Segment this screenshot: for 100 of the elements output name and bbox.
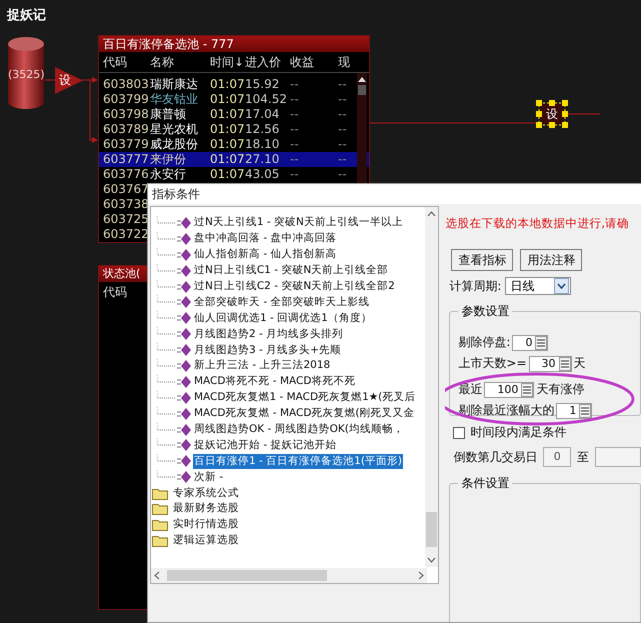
formula-icon <box>157 248 191 262</box>
column-header[interactable]: 收益 <box>290 52 338 72</box>
tree-item[interactable]: 过N日上引线C2 - 突破N天前上引线全部2 <box>193 279 396 294</box>
spin-buttons-icon <box>535 336 548 350</box>
table-cell-text: -- <box>338 122 348 137</box>
period-select[interactable]: 日线 <box>505 277 572 295</box>
input-field[interactable] <box>595 447 641 467</box>
spin-field[interactable]: 100 <box>484 382 534 398</box>
group-title: 条件设置 <box>458 475 512 492</box>
tree-item[interactable]: MACD死灰复燃 - MACD死灰复燃(刚死叉又金 <box>193 406 416 422</box>
table-cell-text: -- <box>290 167 300 182</box>
tree-item[interactable]: 逻辑运算选股 <box>172 533 240 548</box>
table-cell-text: -- <box>290 137 300 152</box>
formula-icon <box>157 327 191 342</box>
table-cell: 603798 <box>103 107 150 122</box>
table-cell: 603789 <box>103 122 150 137</box>
tree-item[interactable]: 盘中冲高回落 - 盘中冲高回落 <box>193 231 338 246</box>
count-label: (3525) <box>8 68 45 81</box>
table-cell-text: 104.52 <box>245 92 288 107</box>
table-cell: 01:07 <box>210 92 245 107</box>
table-cell-text: 康普顿 <box>150 107 187 122</box>
tree-item[interactable]: 捉妖记池开始 - 捉妖记池开始 <box>193 438 338 453</box>
checkbox[interactable] <box>453 426 466 438</box>
folder-icon <box>152 534 168 548</box>
column-header[interactable]: 现 <box>338 52 368 72</box>
tree-item[interactable]: 月线图趋势2 - 月均线多头排列 <box>193 326 344 342</box>
table-cell-text: 17.04 <box>245 107 280 122</box>
table-cell-text: -- <box>290 92 300 107</box>
table-row[interactable]: 603779 威龙股份 01:0718.10 -- -- <box>99 137 369 152</box>
tree-item[interactable]: 周线图趋势OK - 周线图趋势OK(均线顺畅， <box>193 422 405 438</box>
table-cell-text: 12.56 <box>245 122 280 137</box>
tree-item[interactable]: 次新 - <box>193 470 224 485</box>
field-label: 至 <box>577 448 589 466</box>
formula-icon <box>157 280 191 294</box>
folder-icon <box>152 502 168 516</box>
filter-node[interactable]: 设 <box>541 104 563 124</box>
spin-field[interactable]: 30 <box>528 356 572 372</box>
table-cell-text: -- <box>338 152 348 167</box>
tree-item[interactable]: 仙人回调优选1 - 回调优选1（角度） <box>193 310 373 326</box>
button[interactable]: 查看指标 <box>451 249 514 271</box>
table-cell: 603803 <box>103 77 150 92</box>
table-cell: 01:07 <box>210 137 245 152</box>
field-label: 剔除停盘: <box>458 334 510 351</box>
table-cell-text: -- <box>290 77 300 92</box>
table-row[interactable]: 603799华友钴业 01:07104.52 -- -- <box>99 92 369 107</box>
tree-item[interactable]: MACD将死不死 - MACD将死不死 <box>193 374 356 390</box>
tree-item[interactable]: 仙人指创新高 - 仙人指创新高 <box>193 247 338 262</box>
table-row[interactable]: 603789星光农机 01:0712.56 -- -- <box>99 122 369 137</box>
table-cell: 603777 <box>103 152 150 167</box>
tree-item[interactable]: 实时行情选股 <box>172 517 240 532</box>
formula-icon <box>157 311 191 326</box>
app-title: 捉妖记 <box>7 7 46 24</box>
tree-item[interactable]: 百日有涨停1 - 百日有涨停备选池1(平面形) <box>193 454 404 469</box>
table-row[interactable]: 603798 康普顿 01:0717.04 -- -- <box>99 107 369 122</box>
filter-node[interactable]: 设 <box>55 67 83 94</box>
formula-icon <box>157 374 191 389</box>
formula-icon <box>157 232 191 246</box>
formula-icon <box>157 358 191 373</box>
table-row[interactable]: 603777来伊份 01:0727.10 -- -- <box>99 152 369 167</box>
table-cell-text: -- <box>290 107 300 122</box>
tree-item[interactable]: MACD死灰复燃1 - MACD死灰复燃1★(死叉后 <box>193 390 416 406</box>
table-cell-text: -- <box>338 137 348 152</box>
spin-field[interactable]: 0 <box>512 334 548 350</box>
spin-field[interactable]: 1 <box>556 402 592 418</box>
tree-item[interactable]: 过N天上引线1 - 突破N天前上引线一半以上 <box>193 215 404 230</box>
folder-icon <box>152 486 168 500</box>
column-header[interactable]: 名称 <box>150 52 210 72</box>
notice-text: 选股在下载的本地数据中进行,请确 <box>445 216 630 232</box>
table-row[interactable]: 603803瑞斯康达 01:0715.92 -- -- <box>99 77 369 92</box>
column-header[interactable]: 进入价 <box>245 52 290 72</box>
database-icon <box>7 36 45 110</box>
column-header[interactable]: 时间↓ <box>210 52 245 72</box>
unit-label: 天有涨停 <box>536 381 584 398</box>
table-cell-text: 瑞斯康达 <box>150 77 199 92</box>
table-cell-text: -- <box>338 77 348 92</box>
table-cell-text: -- <box>290 152 300 167</box>
formula-icon <box>157 406 191 421</box>
formula-icon <box>157 390 191 405</box>
table-cell-text: 星光农机 <box>150 122 199 137</box>
column-header[interactable]: 代码 <box>103 282 150 302</box>
tree-item[interactable]: 月线图趋势3 - 月线多头+先顺 <box>193 342 342 358</box>
table-row[interactable]: 603776永安行 01:0743.05 -- -- <box>99 167 369 182</box>
tree-item[interactable]: 专家系统公式 <box>172 486 240 501</box>
table-cell-text: 18.10 <box>245 137 280 152</box>
spin-buttons-icon <box>521 382 534 396</box>
spin-buttons-icon <box>579 404 592 418</box>
tree-item[interactable]: 最新财务选股 <box>172 501 240 516</box>
tree-item[interactable]: 过N日上引线C1 - 突破N天前上引线全部 <box>193 263 390 278</box>
input-field[interactable]: 0 <box>543 447 571 467</box>
table-cell-text: 43.05 <box>245 167 280 182</box>
formula-icon <box>157 454 191 468</box>
table-cell-text: 威龙股份 <box>150 137 199 152</box>
button[interactable]: 用法注释 <box>520 249 582 271</box>
tree-item[interactable]: 全部突破昨天 - 全部突破昨天上影线 <box>193 294 370 310</box>
column-header[interactable]: 代码 <box>103 52 150 72</box>
window-title: 指标条件 <box>148 184 641 204</box>
tree-item[interactable]: 新上升三法 - 上升三法2018 <box>193 358 332 374</box>
table-cell: 603776 <box>103 167 150 182</box>
table-cell-text: -- <box>338 92 348 107</box>
checkbox-label: 时间段内满足条件 <box>470 424 566 441</box>
